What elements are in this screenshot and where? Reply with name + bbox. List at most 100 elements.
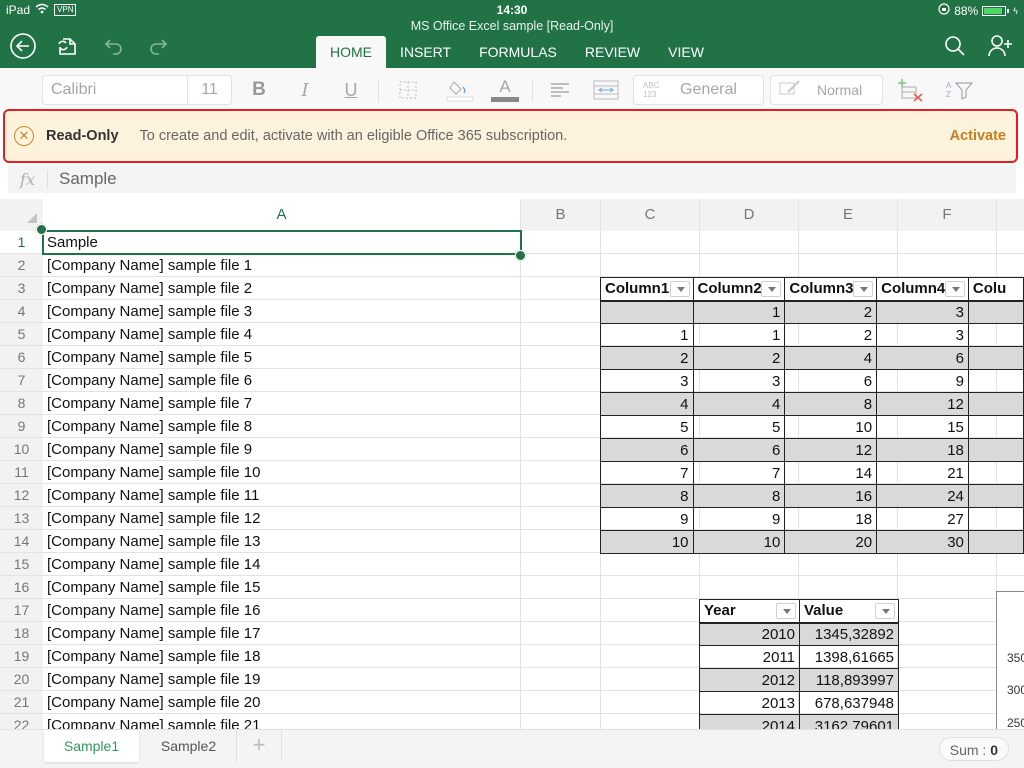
filter-dropdown-icon[interactable] [875, 603, 895, 619]
cell[interactable]: [Company Name] sample file 6 [43, 369, 521, 391]
table-cell[interactable]: 3 [692, 369, 786, 393]
table-cell[interactable]: 2 [784, 300, 878, 324]
table-cell[interactable]: 2 [692, 346, 786, 370]
cell[interactable] [898, 668, 997, 690]
cell[interactable] [521, 484, 601, 506]
fill-color-icon[interactable] [446, 78, 474, 102]
cell[interactable]: [Company Name] sample file 4 [43, 323, 521, 345]
table-cell[interactable]: 4 [784, 346, 878, 370]
cell[interactable] [521, 599, 601, 621]
cell[interactable]: [Company Name] sample file 1 [43, 254, 521, 276]
table-cell[interactable]: 2011 [699, 645, 800, 669]
table-cell[interactable]: 30 [876, 530, 969, 554]
table-cell[interactable] [967, 346, 1024, 370]
table-cell[interactable] [967, 438, 1024, 462]
cell[interactable]: [Company Name] sample file 19 [43, 668, 521, 690]
cell[interactable]: [Company Name] sample file 12 [43, 507, 521, 529]
cell[interactable]: [Company Name] sample file 14 [43, 553, 521, 575]
cell[interactable]: [Company Name] sample file 20 [43, 691, 521, 713]
row-header[interactable]: 5 [0, 323, 43, 346]
cell[interactable] [521, 277, 601, 299]
table-cell[interactable] [967, 415, 1024, 439]
cell[interactable]: [Company Name] sample file 8 [43, 415, 521, 437]
table-cell[interactable]: 118,893997 [799, 668, 899, 692]
table-cell[interactable] [967, 392, 1024, 416]
table-cell[interactable]: 16 [784, 484, 878, 508]
cell[interactable] [521, 438, 601, 460]
borders-icon[interactable] [396, 78, 420, 102]
table-cell[interactable]: 6 [784, 369, 878, 393]
table-cell[interactable]: 20 [784, 530, 878, 554]
table-cell[interactable]: 678,637948 [799, 691, 899, 715]
table-cell[interactable]: 21 [876, 461, 969, 485]
filter-dropdown-icon[interactable] [944, 281, 965, 297]
number-format-picker[interactable]: ABC 123 General [633, 75, 764, 105]
table-cell[interactable]: 9 [600, 507, 694, 531]
cell[interactable]: [Company Name] sample file 13 [43, 530, 521, 552]
sheet-tab-sample1[interactable]: Sample1 [44, 730, 139, 762]
cell[interactable]: Sample [43, 231, 521, 253]
table-cell[interactable]: 5 [600, 415, 694, 439]
cell[interactable] [521, 392, 601, 414]
table-cell[interactable]: 7 [692, 461, 786, 485]
formula-bar[interactable]: fx Sample [8, 165, 1016, 193]
font-color-button[interactable]: A [491, 78, 519, 102]
cell[interactable] [601, 553, 700, 575]
cell[interactable]: [Company Name] sample file 11 [43, 484, 521, 506]
table-cell[interactable]: 1 [692, 323, 786, 347]
cell[interactable]: [Company Name] sample file 9 [43, 438, 521, 460]
cell[interactable]: [Company Name] sample file 18 [43, 645, 521, 667]
cell[interactable] [521, 668, 601, 690]
activate-button[interactable]: Activate [950, 128, 1006, 144]
row-header[interactable]: 1 [0, 231, 43, 254]
spreadsheet-grid[interactable]: A B C D E F 1 2 3 4 5 6 7 8 9 10 11 12 13 14 15 16 17 18 1… [0, 199, 1024, 729]
table-cell[interactable]: 7 [600, 461, 694, 485]
row-header[interactable]: 6 [0, 346, 43, 369]
cell[interactable] [898, 231, 997, 253]
row-header[interactable]: 17 [0, 599, 43, 622]
cell[interactable]: [Company Name] sample file 17 [43, 622, 521, 644]
table-cell[interactable]: 3 [876, 323, 969, 347]
cell[interactable] [521, 622, 601, 644]
cell[interactable] [521, 530, 601, 552]
filter-dropdown-icon[interactable] [761, 281, 782, 297]
table-cell[interactable]: 10 [784, 415, 878, 439]
table-cell[interactable]: 10 [692, 530, 786, 554]
cell[interactable]: [Company Name] sample file 5 [43, 346, 521, 368]
table-cell[interactable]: 2 [784, 323, 878, 347]
table-cell[interactable]: 10 [600, 530, 694, 554]
filter-dropdown-icon[interactable] [776, 603, 796, 619]
table-cell[interactable]: 2010 [699, 622, 800, 646]
cell[interactable] [700, 254, 799, 276]
row-header[interactable]: 8 [0, 392, 43, 415]
cell[interactable] [799, 254, 898, 276]
selection-handle-bottom-right[interactable] [515, 250, 526, 261]
column-header-d[interactable]: D [700, 199, 799, 231]
row-header[interactable]: 3 [0, 277, 43, 300]
font-picker[interactable]: Calibri 11 [42, 75, 232, 105]
share-person-icon[interactable] [987, 33, 1013, 59]
back-icon[interactable] [10, 33, 36, 59]
table-cell[interactable] [967, 300, 1024, 324]
tab-view[interactable]: VIEW [654, 36, 718, 68]
undo-icon[interactable] [101, 33, 127, 59]
tab-review[interactable]: REVIEW [571, 36, 654, 68]
table-cell[interactable]: 4 [600, 392, 694, 416]
underline-button[interactable]: U [340, 78, 362, 102]
cell[interactable]: [Company Name] sample file 16 [43, 599, 521, 621]
table-cell[interactable]: 6 [876, 346, 969, 370]
cell[interactable] [601, 668, 700, 690]
table-cell[interactable]: 6 [600, 438, 694, 462]
table-cell[interactable]: 4 [692, 392, 786, 416]
table-cell[interactable] [967, 323, 1024, 347]
cell[interactable]: [Company Name] sample file 10 [43, 461, 521, 483]
table-cell[interactable]: 9 [692, 507, 786, 531]
cell[interactable] [521, 507, 601, 529]
cell[interactable] [799, 576, 898, 598]
table-cell[interactable]: 8 [692, 484, 786, 508]
table-cell[interactable]: 1 [692, 300, 786, 324]
column-header-c[interactable]: C [601, 199, 700, 231]
search-icon[interactable] [942, 33, 968, 59]
tab-formulas[interactable]: FORMULAS [465, 36, 571, 68]
selection-handle-top-left[interactable] [36, 224, 47, 235]
